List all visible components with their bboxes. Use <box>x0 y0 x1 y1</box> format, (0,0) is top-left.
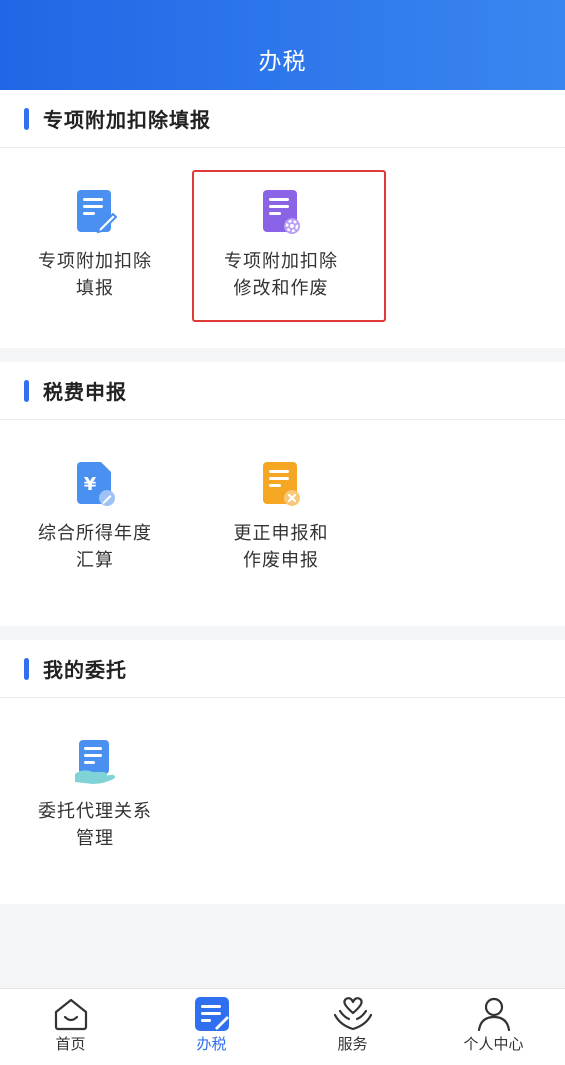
yuan-document-icon: ¥ <box>0 460 190 508</box>
section-title: 专项附加扣除填报 <box>43 108 211 132</box>
tab-label: 首页 <box>55 1035 86 1053</box>
tile-annual-settlement[interactable]: ¥ 综合所得年度 汇算 <box>0 460 190 574</box>
tile-label: 专项附加扣除 填报 <box>38 251 152 299</box>
tile-label: 专项附加扣除 修改和作废 <box>224 251 338 299</box>
tab-profile[interactable]: 个人中心 <box>423 997 564 1054</box>
section-tax-declaration: 税费申报 ¥ 综合所得年度 汇算 更正申报和 作废申报 <box>0 362 565 626</box>
section-my-delegation: 我的委托 委托代理关系 管理 <box>0 640 565 904</box>
heart-hand-icon <box>282 997 423 1031</box>
section-accent-bar <box>24 380 29 402</box>
section-accent-bar <box>24 108 29 130</box>
document-cancel-icon <box>186 460 376 508</box>
tab-tax[interactable]: 办税 <box>141 997 282 1054</box>
tab-label: 服务 <box>337 1035 368 1053</box>
home-icon <box>0 997 141 1031</box>
document-hand-icon <box>0 738 190 786</box>
tile-special-deduction-modify[interactable]: 专项附加扣除 修改和作废 <box>186 188 376 302</box>
tab-label: 办税 <box>196 1035 227 1053</box>
page-title: 办税 <box>258 49 307 75</box>
document-gear-icon <box>186 188 376 236</box>
tab-service[interactable]: 服务 <box>282 997 423 1054</box>
section-title: 税费申报 <box>43 380 127 404</box>
bottom-tab-bar: 首页 办税 服务 个人中心 <box>0 988 565 1065</box>
tile-correct-cancel-declaration[interactable]: 更正申报和 作废申报 <box>186 460 376 574</box>
section-header: 专项附加扣除填报 <box>0 90 565 148</box>
tile-label: 更正申报和 作废申报 <box>233 523 329 571</box>
section-title: 我的委托 <box>43 658 127 682</box>
section-accent-bar <box>24 658 29 680</box>
tab-label: 个人中心 <box>463 1035 524 1053</box>
tile-label: 委托代理关系 管理 <box>38 801 152 849</box>
tax-document-icon <box>141 997 282 1031</box>
tile-label: 综合所得年度 汇算 <box>38 523 152 571</box>
section-special-deduction: 专项附加扣除填报 专项附加扣除 填报 专项附加扣除 修改和作废 <box>0 90 565 348</box>
section-header: 我的委托 <box>0 640 565 698</box>
tile-special-deduction-fill[interactable]: 专项附加扣除 填报 <box>0 188 190 302</box>
tile-delegation-management[interactable]: 委托代理关系 管理 <box>0 738 190 852</box>
document-pen-icon <box>0 188 190 236</box>
svg-text:¥: ¥ <box>84 474 97 495</box>
section-header: 税费申报 <box>0 362 565 420</box>
person-icon <box>423 997 564 1031</box>
tab-home[interactable]: 首页 <box>0 997 141 1054</box>
top-header: 办税 <box>0 0 565 90</box>
